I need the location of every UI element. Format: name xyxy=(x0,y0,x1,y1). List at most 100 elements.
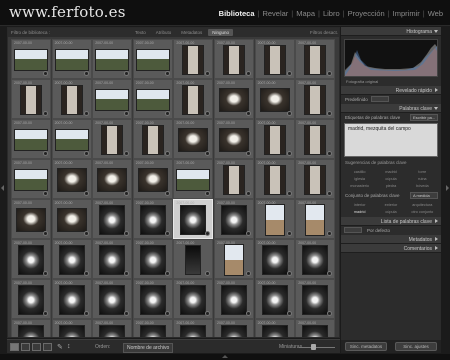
thumbnail-badge-icon[interactable] xyxy=(43,71,48,76)
thumbnail-cell[interactable]: 2007-00-00 xyxy=(11,159,51,199)
thumbnail-cell[interactable]: 2007-00-00 xyxy=(254,199,295,239)
thumbnail-image[interactable] xyxy=(259,87,290,112)
thumbnail-image[interactable] xyxy=(14,48,48,71)
keyword-set-item[interactable]: arquitectura xyxy=(408,202,437,208)
thumbnail-cell[interactable]: 2007-00-00 xyxy=(11,39,51,79)
thumbnail-badge-icon[interactable] xyxy=(43,111,48,116)
keyword-suggestion[interactable]: castillo xyxy=(345,169,374,175)
thumbnail-image[interactable] xyxy=(99,244,126,275)
thumbnail-badge-icon[interactable] xyxy=(43,191,48,196)
thumbnail-image[interactable] xyxy=(263,124,286,155)
thumbnail-image[interactable] xyxy=(56,207,87,232)
thumbnail-cell[interactable]: 2007-00-00 xyxy=(295,119,336,159)
thumbnail-badge-icon[interactable] xyxy=(246,111,251,116)
thumbnail-badge-icon[interactable] xyxy=(164,271,170,276)
thumbnail-cell[interactable]: 2007-00-00 xyxy=(254,279,295,319)
thumbnail-cell[interactable]: 2007-00-00 xyxy=(51,79,92,119)
thumbnail-cell[interactable]: 2007-00-00 xyxy=(173,239,214,279)
thumbnail-cell[interactable]: 2007-00-00 xyxy=(254,319,295,337)
thumbnail-image[interactable] xyxy=(264,203,285,236)
thumbnail-size-slider[interactable] xyxy=(299,347,335,348)
thumbnail-cell[interactable]: 2007-00-00 xyxy=(11,119,51,159)
keywords-textarea[interactable]: madrid, mezquita del campo xyxy=(344,123,438,157)
thumbnail-cell[interactable]: 2007-00-00 xyxy=(51,279,92,319)
module-book[interactable]: Libro xyxy=(320,9,343,18)
thumbnail-badge-icon[interactable] xyxy=(246,231,251,236)
thumbnail-cell[interactable]: 2007-00-00 xyxy=(51,119,92,159)
thumbnail-cell[interactable]: 2007-00-00 xyxy=(254,79,295,119)
thumbnail-badge-icon[interactable] xyxy=(164,151,170,156)
thumbnail-badge-icon[interactable] xyxy=(205,151,211,156)
thumbnail-badge-icon[interactable] xyxy=(286,151,292,156)
keyword-list-header[interactable]: Lista de palabras clave xyxy=(341,217,441,226)
keyword-set-dropdown[interactable]: A medida xyxy=(410,192,438,199)
filter-tab-attribute[interactable]: Atributo xyxy=(152,29,176,36)
thumbnail-image[interactable] xyxy=(302,284,329,315)
keyword-set-item[interactable]: cúpula xyxy=(376,209,405,215)
thumbnail-image[interactable] xyxy=(221,284,247,315)
thumbnail-badge-icon[interactable] xyxy=(164,231,170,236)
thumbnail-badge-icon[interactable] xyxy=(43,311,48,316)
thumbnail-image[interactable] xyxy=(20,84,42,115)
thumbnail-cell[interactable]: 2007-00-00 xyxy=(214,279,254,319)
compare-view-button[interactable] xyxy=(32,343,41,351)
thumbnail-badge-icon[interactable] xyxy=(83,151,89,156)
thumbnail-image[interactable] xyxy=(18,284,44,315)
thumbnail-cell[interactable]: 2007-00-00 xyxy=(92,79,133,119)
thumbnail-badge-icon[interactable] xyxy=(124,191,130,196)
thumbnail-cell[interactable]: 2007-00-00 xyxy=(173,39,214,79)
left-panel-toggle-icon[interactable] xyxy=(1,185,4,191)
thumbnail-cell[interactable]: 2007-00-00 xyxy=(92,239,133,279)
comments-header[interactable]: Comentarios xyxy=(341,244,441,253)
thumbnail-image[interactable] xyxy=(16,207,46,232)
thumbnail-cell[interactable]: 2007-00-00 xyxy=(92,39,133,79)
thumbnail-badge-icon[interactable] xyxy=(83,71,89,76)
keywording-header[interactable]: Palabras clave xyxy=(341,104,441,113)
keyword-set-item[interactable]: madrid xyxy=(345,209,374,215)
histogram-header[interactable]: Histograma xyxy=(341,27,441,36)
thumbnail-cell[interactable]: 2007-00-00 xyxy=(92,119,133,159)
thumbnail-badge-icon[interactable] xyxy=(43,151,48,156)
thumbnail-badge-icon[interactable] xyxy=(83,191,89,196)
module-print[interactable]: Imprimir xyxy=(390,9,423,18)
grid-view-button[interactable] xyxy=(10,343,19,351)
thumbnail-cell[interactable]: 2007-00-00 xyxy=(295,239,336,279)
thumbnail-image[interactable] xyxy=(182,84,205,115)
thumbnail-badge-icon[interactable] xyxy=(205,191,211,196)
preset-dropdown[interactable] xyxy=(371,96,389,102)
thumbnail-image[interactable] xyxy=(261,244,288,275)
painter-icon[interactable]: ✎ xyxy=(57,343,63,351)
thumbnail-image[interactable] xyxy=(221,204,247,235)
thumbnail-cell[interactable]: 2007-00-00 xyxy=(132,159,173,199)
thumbnail-badge-icon[interactable] xyxy=(327,111,333,116)
thumbnail-badge-icon[interactable] xyxy=(124,151,130,156)
thumbnail-badge-icon[interactable] xyxy=(286,231,292,236)
module-library[interactable]: Biblioteca xyxy=(216,9,258,18)
thumbnail-size-knob[interactable] xyxy=(311,344,316,350)
thumbnail-cell[interactable]: 2007-00-00 xyxy=(214,119,254,159)
thumbnail-badge-icon[interactable] xyxy=(205,271,211,276)
keyword-set-item[interactable]: otro conjunto xyxy=(408,209,437,215)
thumbnail-image[interactable] xyxy=(139,324,166,337)
thumbnail-badge-icon[interactable] xyxy=(43,231,48,236)
thumbnail-image[interactable] xyxy=(302,244,329,275)
thumbnail-image[interactable] xyxy=(95,48,130,71)
thumbnail-image[interactable] xyxy=(304,84,327,115)
thumbnail-cell[interactable]: 2007-00-00 xyxy=(173,159,214,199)
thumbnail-badge-icon[interactable] xyxy=(286,191,292,196)
thumbnail-cell[interactable]: 2007-00-00 xyxy=(214,79,254,119)
thumbnail-image[interactable] xyxy=(180,324,207,337)
thumbnail-badge-icon[interactable] xyxy=(164,191,170,196)
thumbnail-image[interactable] xyxy=(219,87,249,112)
thumbnail-image[interactable] xyxy=(135,48,170,71)
thumbnail-badge-icon[interactable] xyxy=(124,111,130,116)
thumbnail-cell[interactable]: 2007-00-00 xyxy=(132,79,173,119)
keyword-set-item[interactable]: exterior xyxy=(376,202,405,208)
keyword-tags-dropdown[interactable]: Escribir pa... xyxy=(410,114,438,121)
thumbnail-cell[interactable]: 2007-00-00 xyxy=(92,159,133,199)
thumbnail-image[interactable] xyxy=(305,203,326,236)
thumbnail-cell[interactable]: 2007-00-00 xyxy=(132,199,173,239)
thumbnail-image[interactable] xyxy=(99,204,126,235)
loupe-view-button[interactable] xyxy=(21,343,30,351)
thumbnail-image[interactable] xyxy=(101,124,124,155)
